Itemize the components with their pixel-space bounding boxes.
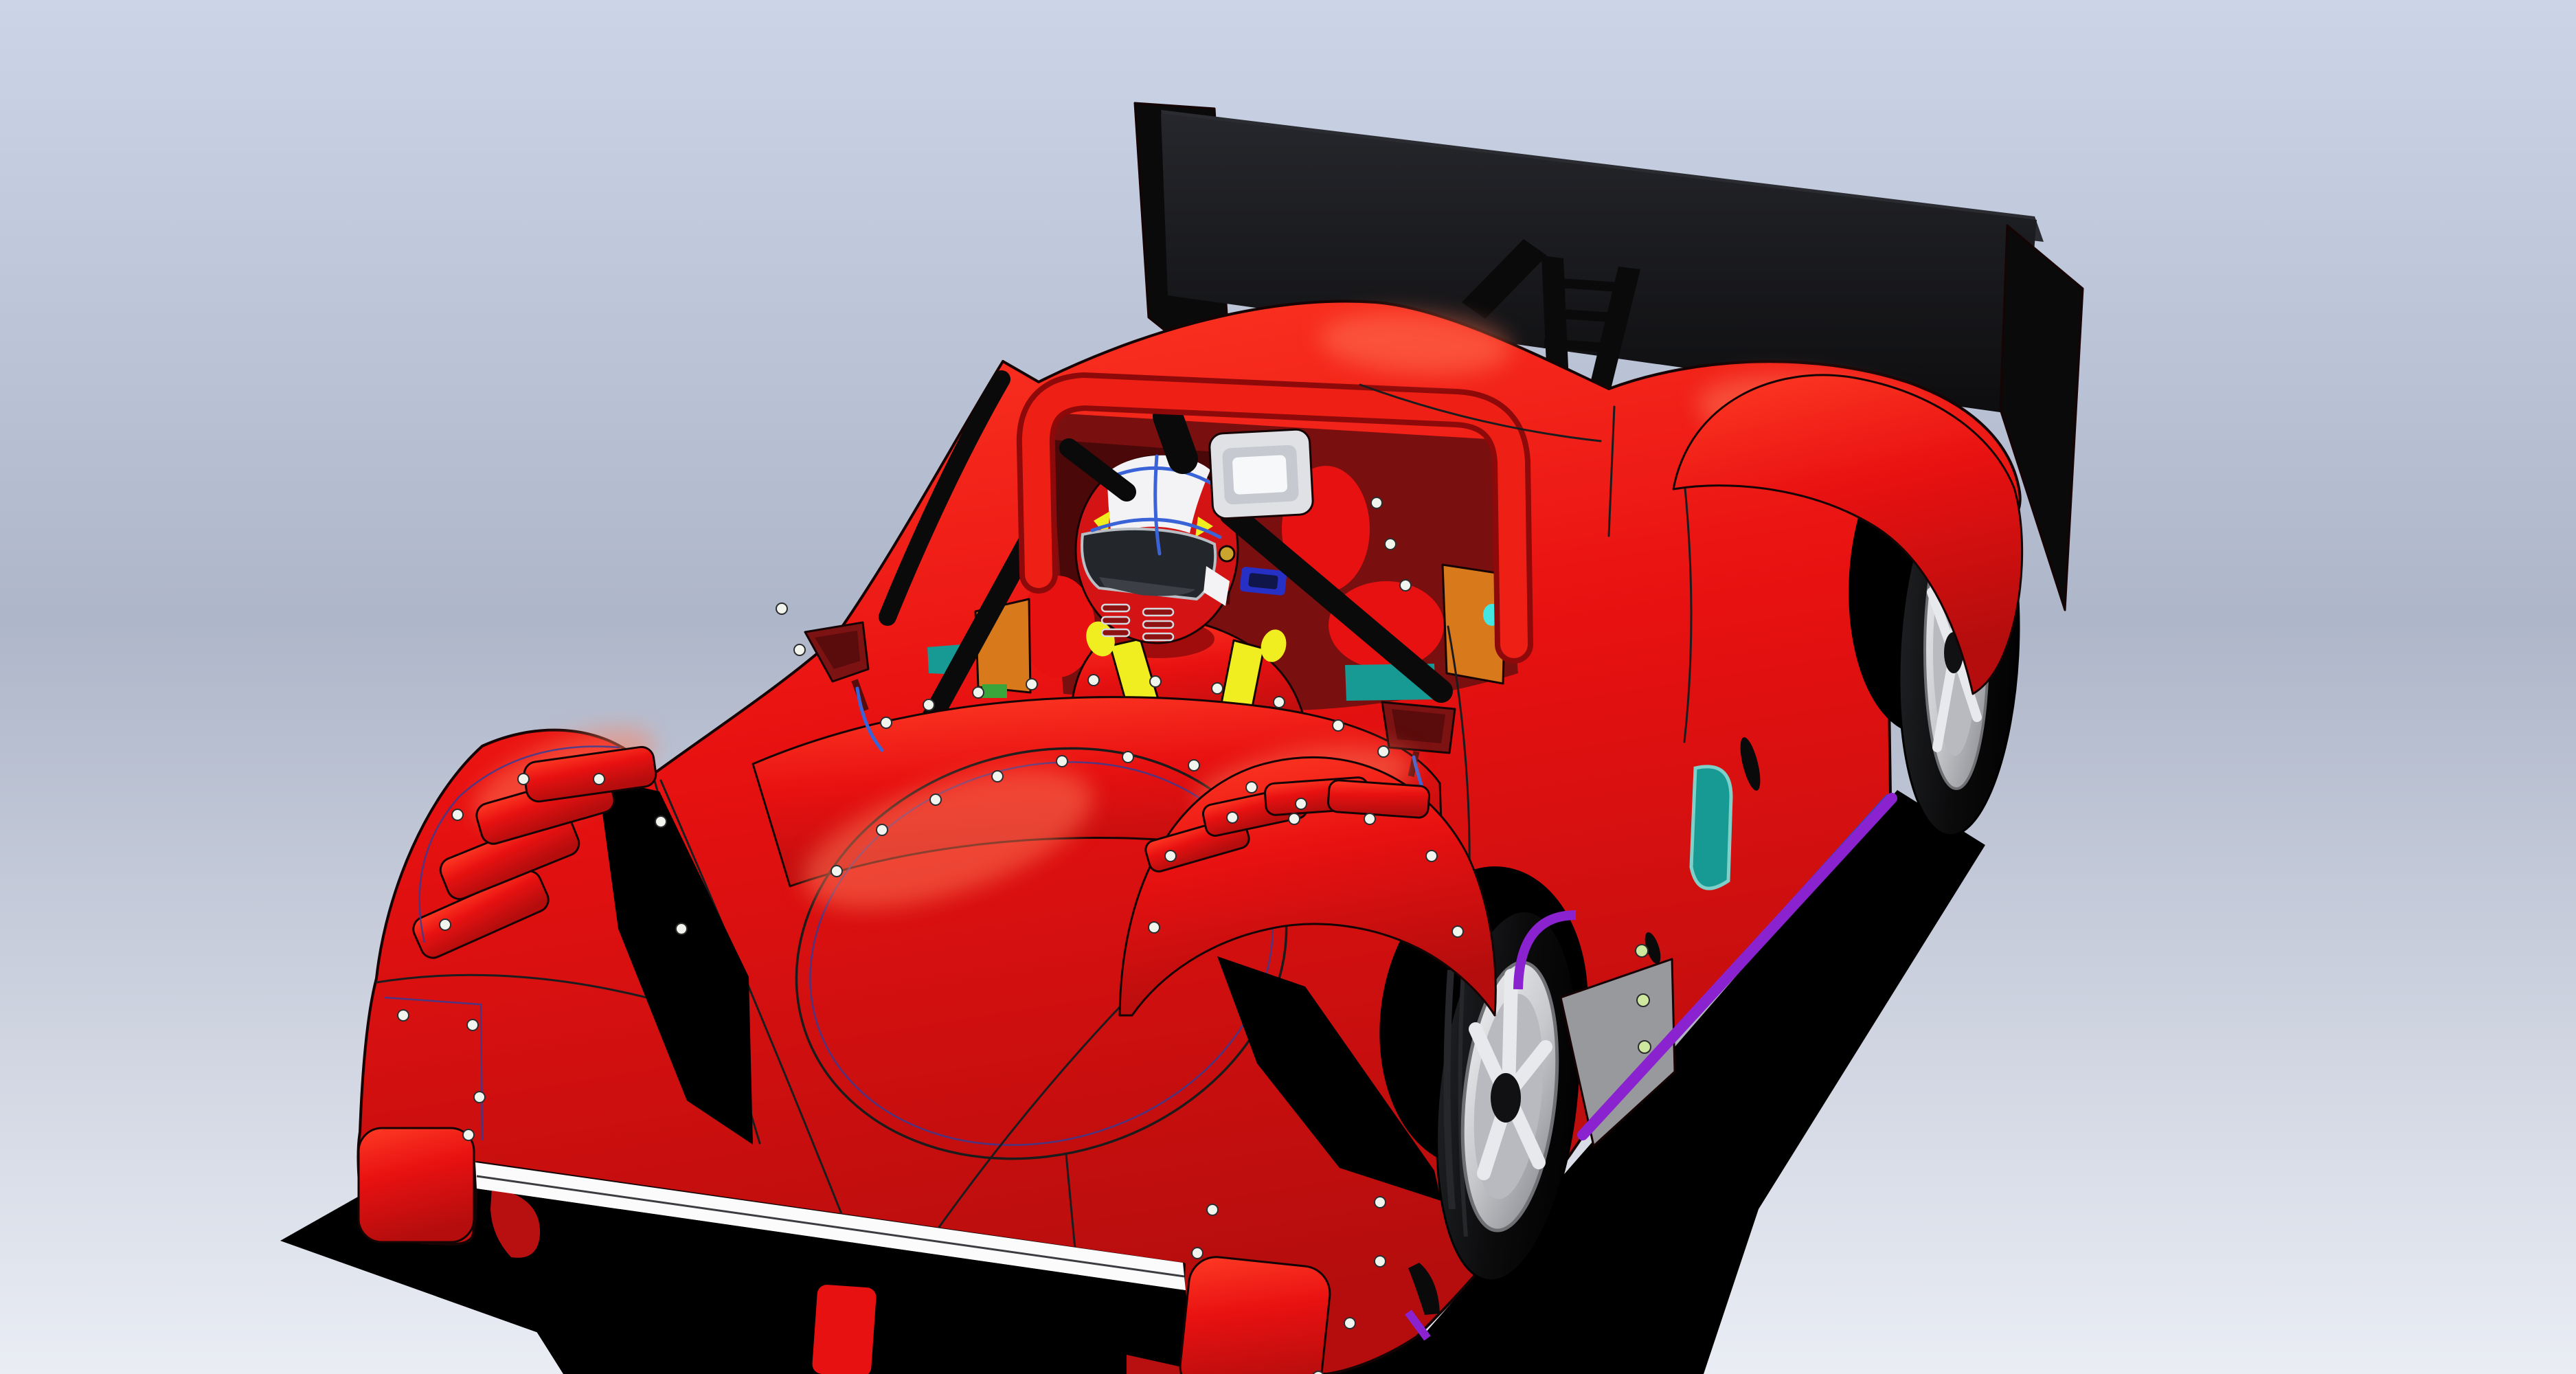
rivet bbox=[1212, 683, 1223, 694]
rivet bbox=[1452, 926, 1463, 937]
rivet bbox=[1637, 994, 1649, 1006]
rivet bbox=[1375, 1256, 1386, 1267]
rivet bbox=[474, 1092, 485, 1103]
rivet bbox=[1400, 580, 1411, 591]
rivet bbox=[1378, 746, 1389, 757]
rivet bbox=[594, 774, 605, 785]
rivet bbox=[973, 687, 984, 698]
rivet bbox=[1289, 813, 1300, 824]
rivet bbox=[467, 1020, 478, 1030]
rivet bbox=[1333, 720, 1344, 731]
rivet bbox=[1088, 675, 1099, 686]
rivet bbox=[1426, 851, 1437, 861]
air-intake-box[interactable] bbox=[1209, 429, 1313, 519]
rivet bbox=[1246, 782, 1257, 793]
rivet bbox=[831, 866, 842, 877]
rivet bbox=[1026, 679, 1037, 690]
rivet bbox=[676, 923, 687, 934]
front-hub bbox=[1491, 1073, 1521, 1123]
intake-inner bbox=[1232, 455, 1288, 495]
rivet bbox=[794, 644, 805, 655]
rivet bbox=[1364, 813, 1375, 824]
rivet bbox=[877, 824, 888, 835]
mouth-red-pillar bbox=[812, 1284, 877, 1374]
rivet bbox=[398, 1010, 409, 1021]
mirror-glass-right bbox=[1392, 709, 1445, 743]
rivet bbox=[1344, 1318, 1355, 1329]
corner-pod-right bbox=[1177, 1254, 1333, 1374]
rivet bbox=[1385, 539, 1396, 550]
rivet bbox=[440, 919, 451, 930]
rivet bbox=[992, 771, 1003, 782]
side-window-teal[interactable] bbox=[1691, 767, 1731, 888]
rivet bbox=[1636, 945, 1648, 957]
harness-buckle[interactable] bbox=[1239, 567, 1287, 596]
rivet bbox=[1296, 798, 1307, 809]
rivet bbox=[776, 603, 787, 614]
rivet bbox=[1638, 1041, 1651, 1053]
rivet bbox=[1188, 760, 1199, 771]
dash-green-sliver bbox=[982, 684, 1007, 698]
rivet bbox=[463, 1129, 474, 1140]
rivet bbox=[518, 774, 529, 785]
brace-hoop-strap bbox=[1168, 416, 1183, 459]
cad-viewport[interactable]: Shaded 3D CAD render of a red open-cockp… bbox=[0, 0, 2576, 1374]
visor-pivot bbox=[1219, 546, 1234, 561]
rivet bbox=[452, 809, 463, 820]
rivet bbox=[1149, 922, 1160, 933]
rivet bbox=[1192, 1248, 1203, 1259]
rivet bbox=[1207, 1204, 1218, 1215]
rivet bbox=[655, 816, 666, 827]
rivet bbox=[1371, 497, 1382, 508]
rivet bbox=[1375, 1197, 1386, 1208]
rivet bbox=[1165, 851, 1176, 861]
rivet bbox=[1274, 697, 1285, 708]
rivet bbox=[930, 794, 941, 805]
rivet bbox=[881, 717, 892, 728]
rivet bbox=[923, 699, 934, 710]
rivet bbox=[1150, 676, 1161, 687]
rivet bbox=[1227, 812, 1238, 823]
rivet bbox=[1122, 752, 1133, 763]
rivet bbox=[1057, 756, 1067, 767]
corner-pod-left bbox=[359, 1128, 474, 1242]
